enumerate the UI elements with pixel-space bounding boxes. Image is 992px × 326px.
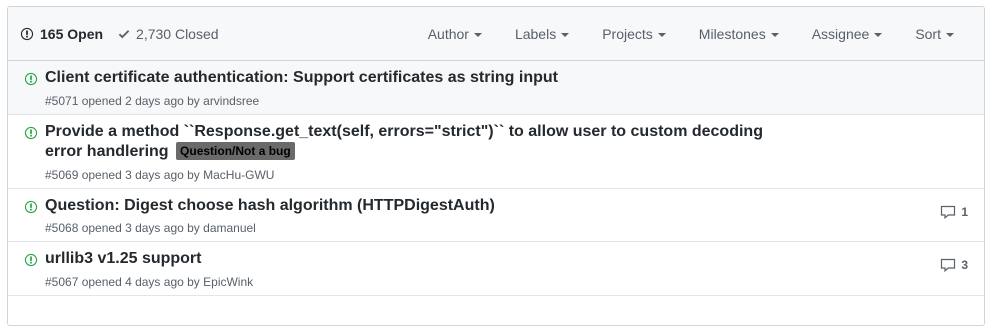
assignee-filter-label: Assignee xyxy=(811,25,870,42)
issue-meta: #5067 opened 4 days ago by EpicWink xyxy=(45,275,972,295)
comment-count: 3 xyxy=(961,258,968,272)
open-count: 165 Open xyxy=(40,25,104,42)
issue-meta: #5071 opened 2 days ago by arvindsree xyxy=(45,94,972,114)
sort-filter[interactable]: Sort xyxy=(915,26,954,42)
projects-filter-label: Projects xyxy=(602,25,653,42)
issue-opened-icon xyxy=(24,200,38,219)
caret-down-icon xyxy=(946,32,954,37)
comments-link[interactable]: 3 xyxy=(940,258,968,272)
issue-label-badge[interactable]: Question/Not a bug xyxy=(176,142,295,160)
comments-link[interactable]: 1 xyxy=(940,205,968,219)
issue-meta-text: #5069 opened 3 days ago by xyxy=(45,167,204,182)
issue-opened-icon xyxy=(24,126,38,145)
issue-title-link[interactable]: urllib3 v1.25 support xyxy=(45,249,785,270)
caret-down-icon xyxy=(874,32,883,37)
issue-opened-icon xyxy=(20,27,34,41)
check-icon xyxy=(118,27,130,41)
issue-title-link[interactable]: Provide a method ``Response.get_text(sel… xyxy=(45,122,785,163)
labels-filter[interactable]: Labels xyxy=(514,25,570,42)
comment-count: 1 xyxy=(961,204,968,219)
issues-list-header: 165 Open 2,730 Closed Author Labels Proj… xyxy=(8,7,984,61)
issue-author-link[interactable]: MacHu-GWU xyxy=(203,168,274,182)
filter-bar: Author Labels Projects Milestones Assign… xyxy=(395,26,972,42)
projects-filter[interactable]: Projects xyxy=(602,26,666,42)
issue-title: Client certificate authentication: Suppo… xyxy=(45,69,558,86)
milestones-filter[interactable]: Milestones xyxy=(699,26,779,42)
issue-meta-text: #5071 opened 2 days ago by xyxy=(45,93,204,108)
issue-title-link[interactable]: Question: Digest choose hash algorithm (… xyxy=(45,196,785,217)
closed-count: 2,730 Closed xyxy=(136,25,219,42)
comment-icon xyxy=(940,205,956,219)
assignee-filter[interactable]: Assignee xyxy=(812,26,883,42)
open-issues-filter[interactable]: 165 Open xyxy=(20,26,103,42)
issue-title-link[interactable]: Client certificate authentication: Suppo… xyxy=(45,68,785,89)
issue-row[interactable]: urllib3 v1.25 support #5067 opened 4 day… xyxy=(8,242,984,296)
issue-opened-icon xyxy=(24,253,38,272)
issue-row[interactable]: Question: Digest choose hash algorithm (… xyxy=(8,189,984,242)
comment-icon xyxy=(940,258,956,272)
issue-title: Question: Digest choose hash algorithm (… xyxy=(45,196,495,214)
issue-meta-text: #5068 opened 3 days ago by xyxy=(45,221,204,235)
issue-author-link[interactable]: arvindsree xyxy=(203,94,259,108)
author-filter[interactable]: Author xyxy=(428,26,482,42)
caret-down-icon xyxy=(770,32,779,37)
milestones-filter-label: Milestones xyxy=(698,25,766,42)
issue-author-link[interactable]: damanuel xyxy=(203,221,256,235)
sort-filter-label: Sort xyxy=(915,25,941,42)
issue-row[interactable]: Client certificate authentication: Suppo… xyxy=(8,61,984,115)
author-filter-label: Author xyxy=(427,25,469,42)
caret-down-icon xyxy=(561,32,570,37)
labels-filter-label: Labels xyxy=(514,25,557,42)
issue-opened-icon xyxy=(24,72,38,91)
issues-list: 165 Open 2,730 Closed Author Labels Proj… xyxy=(7,6,985,326)
issue-title: urllib3 v1.25 support xyxy=(45,250,202,267)
issue-meta-text: #5067 opened 4 days ago by xyxy=(45,274,204,289)
issue-meta: #5069 opened 3 days ago by MacHu-GWU xyxy=(45,168,972,188)
issue-meta: #5068 opened 3 days ago by damanuel xyxy=(45,221,972,241)
issue-title: Provide a method ``Response.get_text(sel… xyxy=(45,122,763,161)
issue-row[interactable]: Provide a method ``Response.get_text(sel… xyxy=(8,115,984,189)
issue-author-link[interactable]: EpicWink xyxy=(203,275,253,289)
caret-down-icon xyxy=(473,32,482,37)
closed-issues-filter[interactable]: 2,730 Closed xyxy=(118,26,219,42)
caret-down-icon xyxy=(657,32,666,37)
